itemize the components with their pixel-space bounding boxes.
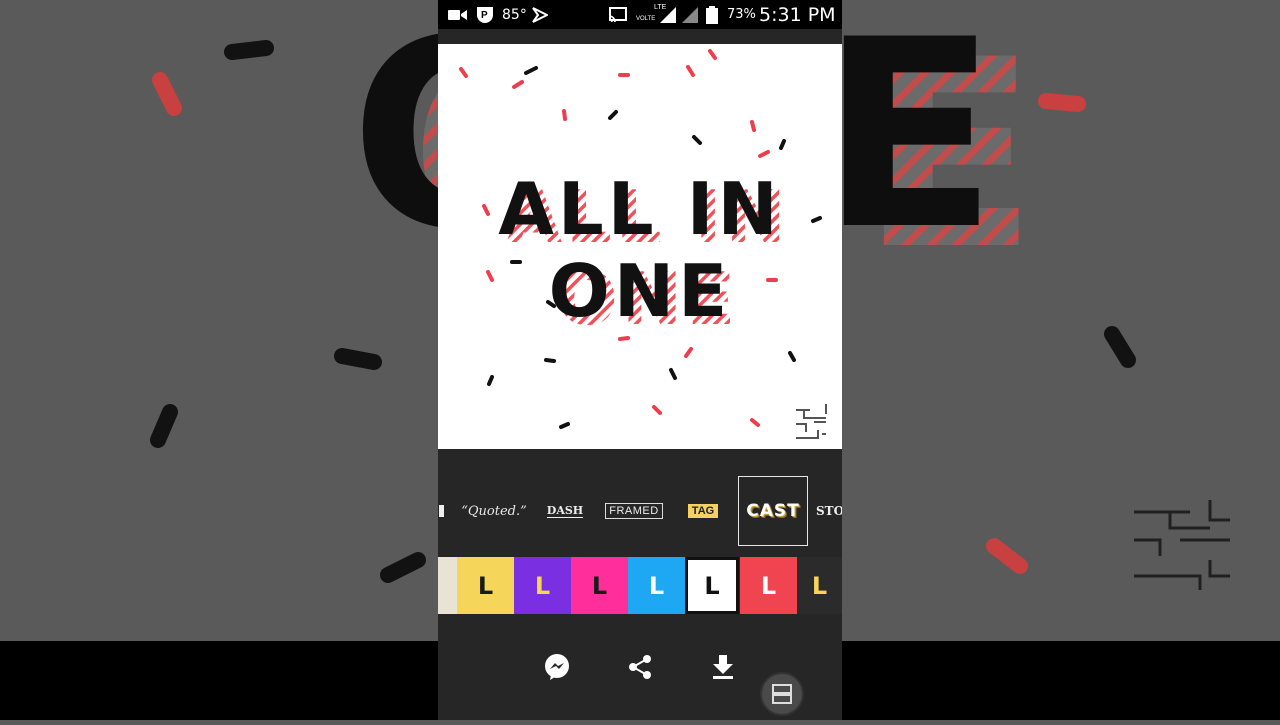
swatch-1[interactable]: L <box>457 557 514 614</box>
swatch-letter: L <box>477 571 494 600</box>
swatch-5[interactable]: L <box>685 557 739 614</box>
style-framed-label: FRAMED <box>605 503 663 519</box>
clock-time: 5:31 PM <box>759 3 836 26</box>
color-swatch-row[interactable]: L L L L L L L <box>438 557 842 614</box>
signal-icon: LTE VOLTE <box>636 0 678 29</box>
style-cast[interactable]: CAST <box>738 476 808 546</box>
style-stop-label: STOP <box>816 504 842 518</box>
style-stop[interactable]: STOP <box>816 476 842 546</box>
cast-icon <box>608 0 628 29</box>
style-tag[interactable]: TAG <box>678 476 728 546</box>
flipboard-icon <box>532 0 548 29</box>
style-quoted[interactable]: “Quoted.” <box>460 476 528 546</box>
app-top-strip <box>438 29 842 44</box>
swatch-letter: L <box>591 571 608 600</box>
status-bar: P 85° LTE VOLTE 73% 5:31 PM <box>438 0 842 29</box>
svg-text:P: P <box>481 10 488 21</box>
style-cast-label: CAST <box>746 501 800 521</box>
share-icon[interactable] <box>625 652 655 682</box>
canvas-art: ALL IN ONE ALL IN ONE <box>459 49 827 439</box>
signal-icon-2 <box>682 0 698 29</box>
swatch-letter: L <box>704 571 720 600</box>
swatch-3[interactable]: L <box>571 557 628 614</box>
swatch-6[interactable]: L <box>740 557 797 614</box>
style-framed[interactable]: FRAMED <box>602 476 666 546</box>
video-camera-icon <box>448 0 468 29</box>
swatch-2[interactable]: L <box>514 557 571 614</box>
battery-percent: 73% <box>727 7 756 22</box>
swatch-letter: L <box>534 571 551 600</box>
download-icon[interactable] <box>708 652 738 682</box>
temperature-text: 85° <box>502 6 527 23</box>
style-quoted-label: Quoted. <box>467 503 521 519</box>
headline-line-1: ALL IN <box>498 167 782 251</box>
phone-screen: P 85° LTE VOLTE 73% 5:31 PM ALL IN ONE A… <box>438 0 842 720</box>
action-bar <box>438 614 842 720</box>
swatch-0[interactable] <box>438 557 457 614</box>
messenger-icon[interactable] <box>542 652 572 682</box>
style-dash-label: DASH <box>546 504 584 518</box>
style-tag-label: TAG <box>687 504 719 518</box>
battery-icon <box>706 0 718 29</box>
swatch-letter: L <box>811 571 828 600</box>
swatch-letter: L <box>648 571 665 600</box>
headline-line-2: ONE <box>549 249 732 333</box>
layout-logo-icon <box>796 404 827 439</box>
style-carousel[interactable]: “Quoted.” DASH FRAMED TAG CAST STOP <box>438 449 842 557</box>
layout-icon[interactable] <box>760 672 804 716</box>
volte-label: VOLTE <box>636 16 656 22</box>
swatch-letter: L <box>760 571 777 600</box>
design-canvas[interactable]: ALL IN ONE ALL IN ONE <box>438 44 842 449</box>
style-partial[interactable] <box>438 476 444 546</box>
swatch-4[interactable]: L <box>628 557 685 614</box>
svg-text:E: E <box>820 0 998 287</box>
swatch-7[interactable]: L <box>797 557 842 614</box>
style-dash[interactable]: DASH <box>538 476 592 546</box>
pocket-icon: P <box>476 0 494 29</box>
